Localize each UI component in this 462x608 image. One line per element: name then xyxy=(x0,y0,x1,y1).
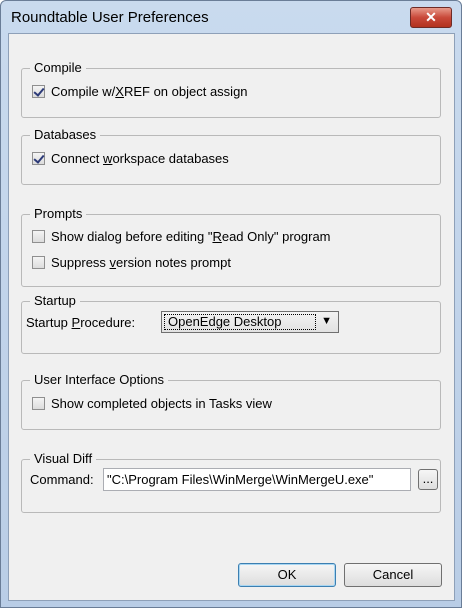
command-input[interactable]: "C:\Program Files\WinMerge\WinMergeU.exe… xyxy=(103,468,411,491)
show-dialog-readonly-label: Show dialog before editing "Read Only" p… xyxy=(51,229,331,244)
suppress-version-notes-label: Suppress version notes prompt xyxy=(51,255,231,270)
prompts-group: Prompts Show dialog before editing "Read… xyxy=(21,206,441,287)
startup-group-legend: Startup xyxy=(30,293,80,308)
startup-procedure-select[interactable]: OpenEdge Desktop ▼ xyxy=(161,311,339,333)
dialog-body: Compile Compile w/XREF on object assign … xyxy=(8,33,455,601)
visual-diff-group: Visual Diff Command: "C:\Program Files\W… xyxy=(21,451,441,513)
checkbox-unchecked-icon[interactable] xyxy=(32,230,45,243)
compile-group-legend: Compile xyxy=(30,60,86,75)
show-completed-tasks-checkbox[interactable]: Show completed objects in Tasks view xyxy=(32,396,272,411)
compile-group: Compile Compile w/XREF on object assign xyxy=(21,60,441,118)
close-button[interactable]: ✕ xyxy=(410,7,452,28)
ui-options-group: User Interface Options Show completed ob… xyxy=(21,372,441,430)
compile-xref-label: Compile w/XREF on object assign xyxy=(51,84,248,99)
ui-options-group-legend: User Interface Options xyxy=(30,372,169,387)
checkbox-unchecked-icon[interactable] xyxy=(32,256,45,269)
connect-databases-label: Connect workspace databases xyxy=(51,151,229,166)
show-dialog-readonly-checkbox[interactable]: Show dialog before editing "Read Only" p… xyxy=(32,229,331,244)
visual-diff-group-legend: Visual Diff xyxy=(30,451,97,466)
close-icon: ✕ xyxy=(425,9,437,25)
dropdown-arrow-icon[interactable]: ▼ xyxy=(321,315,332,327)
window-title: Roundtable User Preferences xyxy=(11,9,209,26)
dialog-window: Roundtable User Preferences ✕ Compile Co… xyxy=(0,0,462,608)
connect-databases-checkbox[interactable]: Connect workspace databases xyxy=(32,151,229,166)
databases-group: Databases Connect workspace databases xyxy=(21,127,441,185)
checkbox-unchecked-icon[interactable] xyxy=(32,397,45,410)
cancel-button[interactable]: Cancel xyxy=(344,563,442,587)
prompts-group-legend: Prompts xyxy=(30,206,87,221)
startup-procedure-value: OpenEdge Desktop xyxy=(164,314,316,330)
checkbox-checked-icon[interactable] xyxy=(32,85,45,98)
browse-button[interactable]: ... xyxy=(418,469,438,490)
suppress-version-notes-checkbox[interactable]: Suppress version notes prompt xyxy=(32,255,231,270)
checkbox-checked-icon[interactable] xyxy=(32,152,45,165)
startup-procedure-label: Startup Procedure: xyxy=(26,315,136,330)
databases-group-legend: Databases xyxy=(30,127,101,142)
compile-xref-checkbox[interactable]: Compile w/XREF on object assign xyxy=(32,84,248,99)
startup-group: Startup Startup Procedure: OpenEdge Desk… xyxy=(21,293,441,354)
show-completed-tasks-label: Show completed objects in Tasks view xyxy=(51,396,272,411)
title-bar[interactable]: Roundtable User Preferences ✕ xyxy=(1,1,461,33)
command-label: Command: xyxy=(30,472,94,487)
ok-button[interactable]: OK xyxy=(238,563,336,587)
